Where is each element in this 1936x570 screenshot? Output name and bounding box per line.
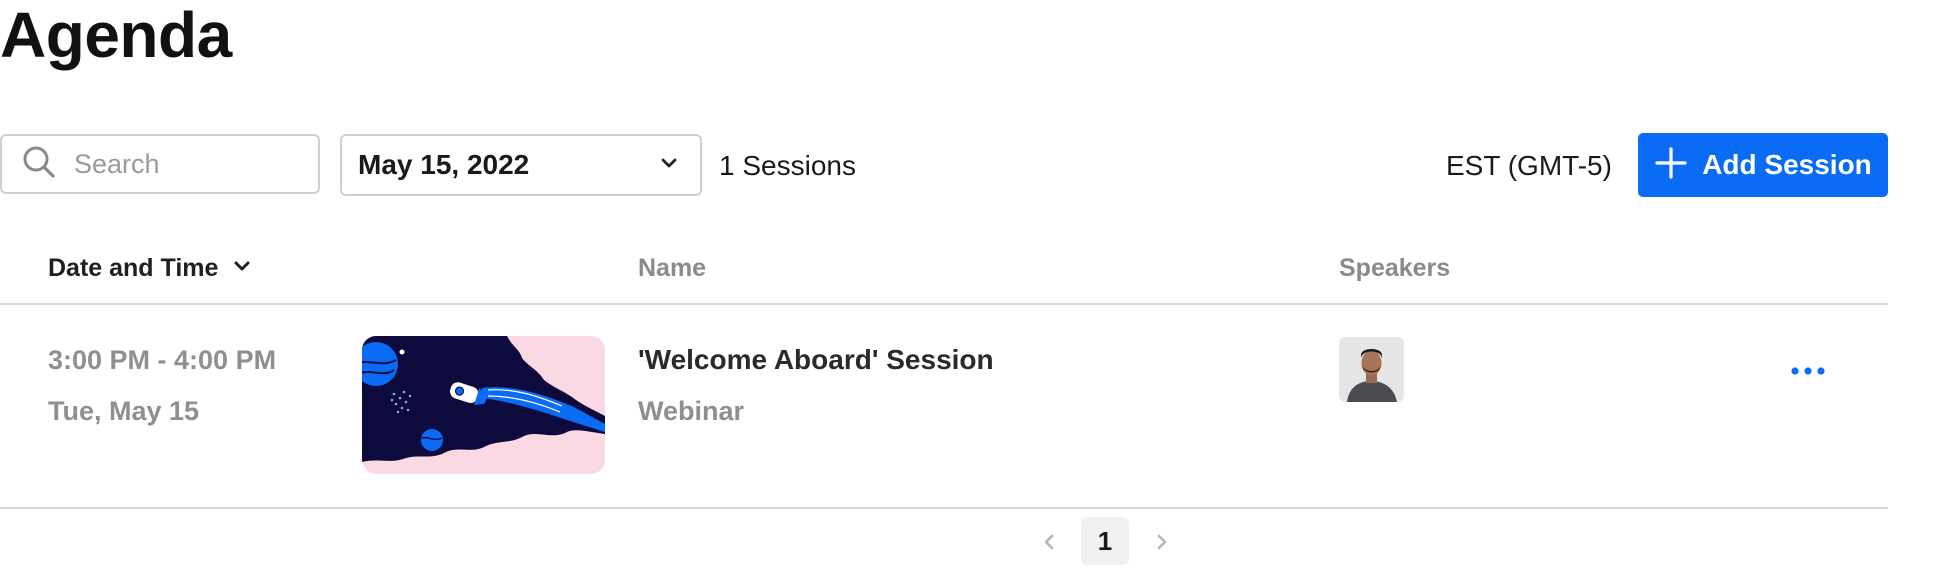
session-time: 3:00 PM - 4:00 PM xyxy=(48,345,277,375)
chevron-down-icon xyxy=(658,152,680,179)
session-date: Tue, May 15 xyxy=(48,396,200,426)
chevron-right-icon xyxy=(1152,532,1172,557)
row-divider xyxy=(0,507,1888,509)
column-header-name: Name xyxy=(638,254,707,282)
page-title: Agenda xyxy=(0,0,232,71)
add-session-label: Add Session xyxy=(1702,149,1872,180)
pagination-prev-button[interactable] xyxy=(1034,529,1064,559)
column-header-date-time-label: Date and Time xyxy=(48,254,219,282)
timezone-label[interactable]: EST (GMT-5) xyxy=(1446,146,1612,186)
search-icon xyxy=(22,145,56,184)
chevron-down-icon xyxy=(218,252,252,284)
pagination-page[interactable]: 1 xyxy=(1081,517,1129,565)
session-type: Webinar xyxy=(638,396,745,426)
date-select[interactable]: May 15, 2022 xyxy=(340,134,702,196)
session-thumbnail[interactable] xyxy=(362,336,605,474)
more-horizontal-icon xyxy=(1788,364,1828,382)
add-session-button[interactable]: Add Session xyxy=(1638,133,1888,197)
speaker-avatar[interactable] xyxy=(1339,337,1404,402)
column-header-date-time[interactable]: Date and Time xyxy=(48,252,252,284)
search-input[interactable] xyxy=(72,147,306,181)
table-row[interactable]: 3:00 PM - 4:00 PM Tue, May 15 'Welcome A… xyxy=(0,305,1888,507)
sessions-count: 1 Sessions xyxy=(719,150,856,181)
chevron-left-icon xyxy=(1039,532,1059,557)
pagination-next-button[interactable] xyxy=(1147,529,1177,559)
agenda-page: Agenda May 15, 2022 1 Sessions EST (GMT-… xyxy=(0,0,1936,570)
session-name[interactable]: 'Welcome Aboard' Session xyxy=(638,335,994,385)
plus-icon xyxy=(1654,146,1702,185)
date-select-value: May 15, 2022 xyxy=(358,149,530,180)
search-box[interactable] xyxy=(0,134,320,194)
column-header-speakers: Speakers xyxy=(1339,254,1451,282)
more-options-button[interactable] xyxy=(1784,355,1832,391)
